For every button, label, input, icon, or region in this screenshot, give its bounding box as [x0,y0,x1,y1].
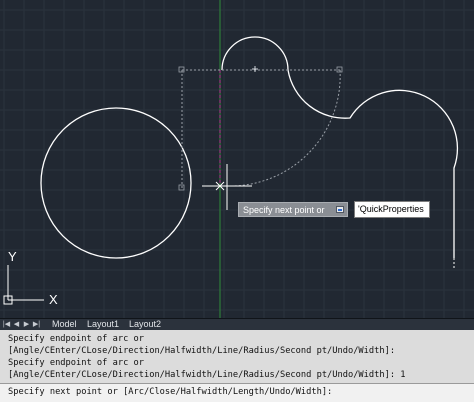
dynamic-input-field[interactable]: 'QuickProperties [354,201,430,218]
next-tab-icon[interactable]: ▶ [22,320,31,329]
history-line: [Angle/CEnter/CLose/Direction/Halfwidth/… [8,346,396,356]
command-history: Specify endpoint of arc or [Angle/CEnter… [0,333,474,381]
dynamic-input-prompt-text: Specify next point or [243,205,325,215]
command-window: Specify endpoint of arc or [Angle/CEnter… [0,330,474,402]
history-line: [Angle/CEnter/CLose/Direction/Halfwidth/… [8,370,406,380]
drawing-canvas[interactable]: Y X [0,0,474,318]
command-input[interactable]: Specify next point or [Arc/Close/Halfwid… [0,383,474,402]
last-tab-icon[interactable]: ▶| [32,320,41,329]
previous-tab-icon[interactable]: ◀ [12,320,21,329]
ucs-y-label: Y [8,249,17,264]
tab-model[interactable]: Model [45,319,84,330]
tab-layout2[interactable]: Layout2 [122,319,168,330]
ucs-x-label: X [49,292,58,307]
layout-tab-bar: |◀ ◀ ▶ ▶| Model Layout1 Layout2 [0,318,474,330]
history-line: Specify endpoint of arc or [8,334,144,344]
dynamic-input-prompt: Specify next point or [238,202,348,217]
center-mark [252,66,258,72]
dynamic-input-icon[interactable] [336,206,344,213]
first-tab-icon[interactable]: |◀ [2,320,11,329]
tab-layout1[interactable]: Layout1 [80,319,126,330]
autocad-window: Y X Specify next point or 'QuickProperti… [0,0,474,402]
drawing-grid [0,0,474,318]
drawing-area[interactable]: Y X Specify next point or 'QuickProperti… [0,0,474,318]
history-line: Specify endpoint of arc or [8,358,144,368]
